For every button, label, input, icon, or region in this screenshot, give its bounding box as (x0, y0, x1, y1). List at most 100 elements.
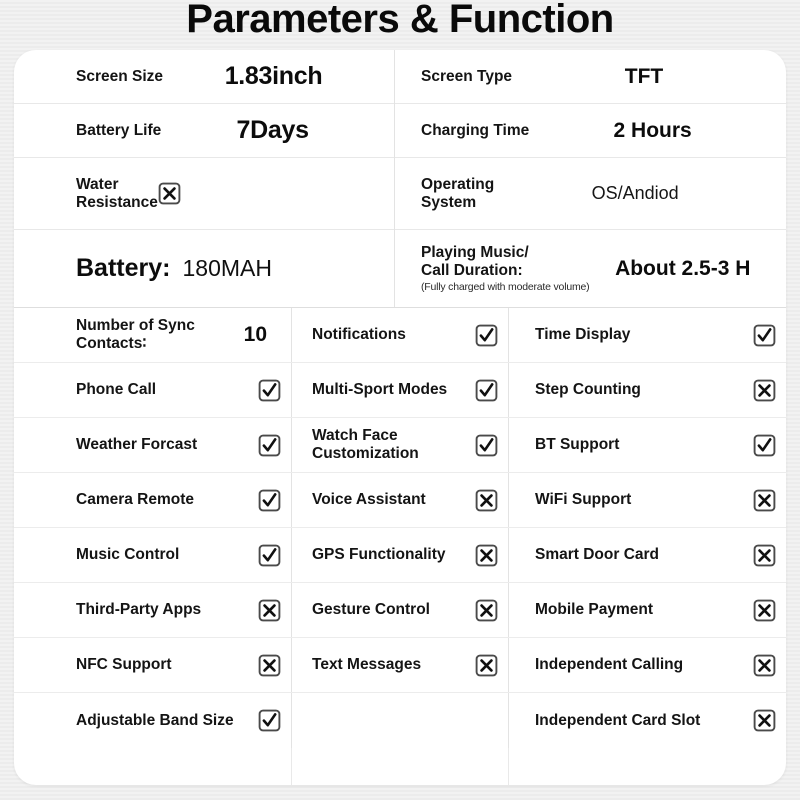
checkbox-crossed-icon[interactable] (475, 654, 498, 677)
spec-card: Screen Size 1.83inch Battery Life 7Days … (14, 50, 786, 785)
feature-label: Voice Assistant (312, 491, 426, 509)
column-divider (508, 748, 510, 785)
spec-key: Screen Type (421, 67, 513, 85)
feature-label: Time Display (535, 326, 631, 344)
feature-cell-text-messages: Text Messages (291, 638, 508, 692)
feature-cell-voice-assistant: Voice Assistant (291, 473, 508, 527)
checkbox-crossed-icon[interactable] (753, 654, 776, 677)
spec-key: Screen Size (76, 67, 164, 85)
feature-row: NFC Support Text Messages Independent Call… (14, 638, 786, 693)
checkbox-crossed-icon[interactable] (753, 709, 776, 732)
spec-row-operating-system: Operating System OS/Andiod (395, 158, 786, 230)
feature-row: Adjustable Band Size Independent Card Slo… (14, 693, 786, 748)
checkbox-checked-icon[interactable] (258, 544, 281, 567)
checkbox-crossed-icon[interactable] (753, 544, 776, 567)
spec-row-battery-life: Battery Life 7Days (14, 104, 394, 158)
checkbox-crossed-icon[interactable] (753, 599, 776, 622)
spec-value (158, 182, 384, 205)
feature-cell-independent-calling: Independent Calling (508, 638, 786, 692)
feature-cell-bt-support: BT Support (508, 418, 786, 472)
feature-cell-watch-face-customization: Watch Face Customization (291, 418, 508, 472)
feature-label: Camera Remote (76, 491, 195, 509)
spec-row-water-resistance: Water Resistance (14, 158, 394, 230)
feature-row: Weather Forcast Watch Face Customization B… (14, 418, 786, 473)
feature-label: Gesture Control (312, 601, 430, 619)
checkbox-checked-icon[interactable] (475, 324, 498, 347)
spec-value: About 2.5-3 H (615, 256, 751, 280)
feature-label: Independent Calling (535, 656, 684, 674)
spec-note: (Fully charged with moderate volume) (421, 280, 590, 293)
checkbox-crossed-icon[interactable] (475, 489, 498, 512)
column-divider (291, 748, 293, 785)
feature-cell-multi-sport-modes: Multi-Sport Modes (291, 363, 508, 417)
battery-value: 180MAH (182, 255, 272, 281)
feature-cell-weather-forcast: Weather Forcast (14, 418, 291, 472)
feature-row: Number of Sync Contacts∶ 10 Notifications T… (14, 308, 786, 363)
feature-label: Text Messages (312, 656, 422, 674)
checkbox-checked-icon[interactable] (753, 324, 776, 347)
feature-row: Third-Party Apps Gesture Control Mobile Pa… (14, 583, 786, 638)
spec-row-battery-capacity: Battery: 180MAH (14, 230, 394, 307)
card-bottom-filler (14, 748, 786, 785)
feature-label: Third-Party Apps (76, 601, 202, 619)
checkbox-crossed-icon[interactable] (753, 489, 776, 512)
feature-label: Independent Card Slot (535, 711, 701, 729)
feature-cell-gps-functionality: GPS Functionality (291, 528, 508, 582)
checkbox-checked-icon[interactable] (258, 379, 281, 402)
feature-cell-mobile-payment: Mobile Payment (508, 583, 786, 637)
feature-cell-adjustable-band-size: Adjustable Band Size (14, 693, 291, 748)
feature-cell-notifications: Notifications (291, 308, 508, 362)
checkbox-crossed-icon[interactable] (258, 599, 281, 622)
feature-cell-time-display: Time Display (508, 308, 786, 362)
feature-cell-wifi-support: WiFi Support (508, 473, 786, 527)
checkbox-crossed-icon[interactable] (475, 599, 498, 622)
checkbox-checked-icon[interactable] (753, 434, 776, 457)
feature-row: Camera Remote Voice Assistant WiFi Support (14, 473, 786, 528)
specs-right-column: Screen Type TFT Charging Time 2 Hours Op… (394, 50, 786, 307)
specs-section: Screen Size 1.83inch Battery Life 7Days … (14, 50, 786, 307)
feature-label: NFC Support (76, 656, 172, 674)
spec-value: OS/Andiod (591, 183, 679, 203)
feature-cell-empty (291, 693, 508, 748)
feature-label: Adjustable Band Size (76, 711, 234, 729)
feature-row: Music Control GPS Functionality Smart Door… (14, 528, 786, 583)
checkbox-checked-icon[interactable] (258, 489, 281, 512)
feature-label: Multi-Sport Modes (312, 381, 448, 399)
page-title: Parameters & Function (186, 0, 614, 41)
feature-cell-music-control: Music Control (14, 528, 291, 582)
feature-cell-phone-call: Phone Call (14, 363, 291, 417)
spec-key: Playing Music/Call Duration: (Fully char… (421, 243, 590, 293)
feature-label: WiFi Support (535, 491, 632, 509)
spec-value: TFT (624, 64, 664, 88)
feature-cell-gesture-control: Gesture Control (291, 583, 508, 637)
feature-label: Step Counting (535, 381, 641, 399)
checkbox-checked-icon[interactable] (258, 434, 281, 457)
feature-cell-step-counting: Step Counting (508, 363, 786, 417)
feature-label: Weather Forcast (76, 436, 198, 454)
checkbox-crossed-icon[interactable] (258, 654, 281, 677)
spec-key: Water Resistance (76, 175, 158, 211)
checkbox-checked-icon[interactable] (475, 434, 498, 457)
checkbox-crossed-icon[interactable] (475, 544, 498, 567)
feature-cell-camera-remote: Camera Remote (14, 473, 291, 527)
feature-label: BT Support (535, 436, 620, 454)
feature-label: GPS Functionality (312, 546, 446, 564)
feature-value: 10 (243, 323, 267, 346)
spec-value: 7Days (236, 116, 309, 144)
checkbox-crossed-icon[interactable] (753, 379, 776, 402)
spec-value: 1.83inch (224, 62, 323, 90)
feature-label: Watch Face Customization (312, 427, 419, 462)
checkbox-crossed-icon[interactable] (158, 182, 384, 205)
checkbox-checked-icon[interactable] (475, 379, 498, 402)
checkbox-checked-icon[interactable] (258, 709, 281, 732)
spec-key: Battery Life (76, 121, 162, 139)
feature-label: Number of Sync Contacts∶ (76, 317, 195, 352)
spec-row-playing-duration: Playing Music/Call Duration: (Fully char… (395, 230, 786, 307)
feature-label: Phone Call (76, 381, 157, 399)
feature-label: Notifications (312, 326, 406, 344)
specs-left-column: Screen Size 1.83inch Battery Life 7Days … (14, 50, 394, 307)
spec-row-screen-size: Screen Size 1.83inch (14, 50, 394, 104)
spec-row-charging-time: Charging Time 2 Hours (395, 104, 786, 158)
spec-key: Operating System (421, 175, 495, 211)
feature-cell-independent-card-slot: Independent Card Slot (508, 693, 786, 748)
